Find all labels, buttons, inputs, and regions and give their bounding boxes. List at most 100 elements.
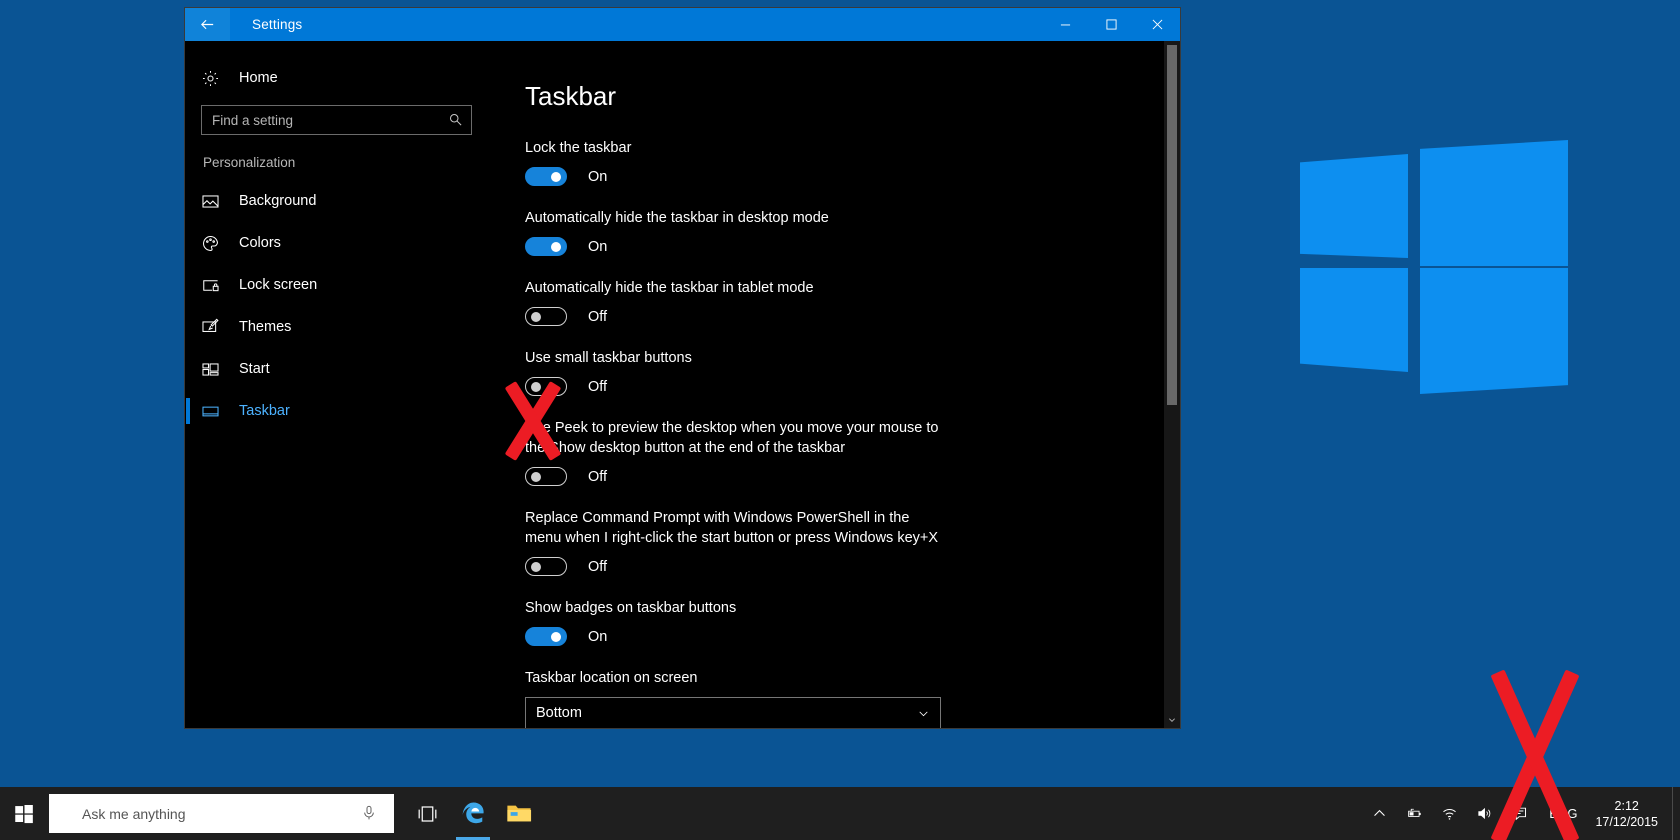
search-input[interactable] (202, 112, 471, 128)
tray-date: 17/12/2015 (1595, 814, 1658, 829)
sidebar-item-start[interactable]: Start (185, 348, 488, 390)
wifi-icon (1443, 808, 1457, 820)
microphone-icon[interactable] (361, 804, 377, 827)
sidebar-item-themes[interactable]: Themes (185, 306, 488, 348)
toggle-row: Off (525, 557, 1180, 576)
sidebar-item-colors[interactable]: Colors (185, 222, 488, 264)
toggle-state: Off (588, 308, 608, 325)
setting-lock-the-taskbar: Lock the taskbar On (525, 138, 1180, 186)
close-icon (1152, 19, 1162, 30)
logo-pane-top-right (1420, 140, 1568, 266)
tray-overflow-button[interactable] (1362, 787, 1397, 840)
volume-icon (1478, 807, 1491, 820)
search-wrapper (185, 99, 488, 135)
setting-autohide-tablet-mode: Automatically hide the taskbar in tablet… (525, 278, 1180, 326)
toggle-autohide-desktop-mode[interactable] (525, 237, 567, 256)
show-desktop-button[interactable] (1672, 787, 1680, 840)
battery-icon (1408, 808, 1421, 817)
tray-network-button[interactable] (1432, 787, 1467, 840)
tray-time: 2:12 (1614, 798, 1639, 813)
toggle-autohide-tablet-mode[interactable] (525, 307, 567, 326)
sidebar-item-lock-screen[interactable]: Lock screen (185, 264, 488, 306)
setting-label: Taskbar location on screen (525, 670, 698, 686)
sidebar: Home Personalization (185, 41, 488, 728)
window-body: Home Personalization (185, 41, 1180, 728)
toggle-row: On (525, 167, 1180, 186)
sidebar-item-home[interactable]: Home (185, 57, 488, 99)
toggle-state: On (588, 168, 608, 185)
scroll-down-button[interactable] (1164, 712, 1180, 728)
start-button[interactable] (0, 787, 48, 840)
toggle-row: Off (525, 307, 1180, 326)
toggle-use-peek[interactable] (525, 467, 567, 486)
tray-action-center-button[interactable] (1502, 787, 1537, 840)
sidebar-item-taskbar-label: Taskbar (239, 403, 290, 419)
content-scrollbar[interactable] (1164, 41, 1180, 728)
edge-browser-button[interactable] (450, 787, 496, 840)
tray-clock[interactable]: 2:12 17/12/2015 (1589, 787, 1672, 840)
close-button[interactable] (1134, 8, 1180, 41)
sidebar-item-themes-label: Themes (239, 319, 292, 335)
file-explorer-icon (507, 805, 532, 822)
window-title: Settings (252, 17, 303, 32)
logo-pane-bottom-left (1300, 268, 1408, 372)
search-icon (448, 112, 463, 132)
sidebar-item-background-label: Background (239, 193, 317, 209)
desktop: Settings Home Find a setting Personaliza… (0, 0, 1680, 840)
settings-window: Settings Home Find a setting Personaliza… (185, 8, 1180, 728)
maximize-button[interactable] (1088, 8, 1134, 41)
edge-browser-icon (462, 802, 484, 824)
toggle-small-taskbar-buttons[interactable] (525, 377, 567, 396)
setting-autohide-desktop-mode: Automatically hide the taskbar in deskto… (525, 208, 1180, 256)
sidebar-item-lock-screen-label: Lock screen (239, 277, 318, 293)
sidebar-category-label: Personalization (203, 155, 296, 170)
setting-label: Automatically hide the taskbar in tablet… (525, 280, 814, 296)
dropdown-taskbar-location[interactable]: Bottom (525, 697, 941, 728)
toggle-replace-command-prompt[interactable] (525, 557, 567, 576)
tray-battery-button[interactable] (1397, 787, 1432, 840)
toggle-row: Off (525, 377, 1180, 396)
sidebar-item-background[interactable]: Background (185, 180, 488, 222)
windows-start-icon (15, 804, 33, 823)
back-button[interactable] (185, 8, 230, 41)
setting-replace-command-prompt: Replace Command Prompt with Windows Powe… (525, 508, 1180, 576)
maximize-icon (1105, 19, 1117, 30)
setting-label: Use Peek to preview the desktop when you… (525, 420, 939, 456)
palette-icon (201, 234, 231, 253)
tray-language-indicator[interactable]: ENG (1537, 806, 1589, 821)
content-panel: Taskbar Lock the taskbar On Automaticall… (488, 41, 1180, 728)
minimize-button[interactable] (1042, 8, 1088, 41)
taskbar-icon (201, 402, 231, 421)
sidebar-item-taskbar[interactable]: Taskbar (185, 390, 488, 432)
setting-show-badges: Show badges on taskbar buttons On (525, 598, 1180, 646)
search-box[interactable] (201, 105, 472, 135)
setting-taskbar-location: Taskbar location on screen Bottom (525, 668, 1180, 728)
sidebar-item-home-label: Home (239, 70, 278, 86)
chevron-down-icon (917, 707, 930, 720)
toggle-show-badges[interactable] (525, 627, 567, 646)
task-view-button[interactable] (404, 787, 450, 840)
taskbar-search-box[interactable]: Ask me anything (49, 794, 394, 833)
lock-screen-icon (201, 276, 231, 295)
system-tray: ENG 2:12 17/12/2015 (1362, 787, 1680, 840)
toggle-state: On (588, 238, 608, 255)
setting-label: Automatically hide the taskbar in deskto… (525, 210, 829, 226)
setting-small-taskbar-buttons: Use small taskbar buttons Off (525, 348, 1180, 396)
sidebar-item-colors-label: Colors (239, 235, 281, 251)
file-explorer-button[interactable] (496, 787, 542, 840)
taskbar-search-placeholder: Ask me anything (82, 805, 186, 822)
setting-use-peek: Use Peek to preview the desktop when you… (525, 418, 1180, 486)
action-center-icon (1513, 807, 1527, 821)
window-controls (1042, 8, 1180, 41)
toggle-lock-the-taskbar[interactable] (525, 167, 567, 186)
setting-label: Show badges on taskbar buttons (525, 600, 737, 616)
tray-volume-button[interactable] (1467, 787, 1502, 840)
minimize-icon (1060, 24, 1070, 26)
logo-pane-bottom-right (1420, 268, 1568, 394)
task-view-icon (418, 805, 436, 822)
title-bar: Settings (185, 8, 1180, 41)
scrollbar-thumb[interactable] (1167, 45, 1177, 405)
chevron-down-icon (1169, 718, 1175, 722)
toggle-state: Off (588, 558, 608, 575)
back-arrow-icon (201, 19, 214, 30)
